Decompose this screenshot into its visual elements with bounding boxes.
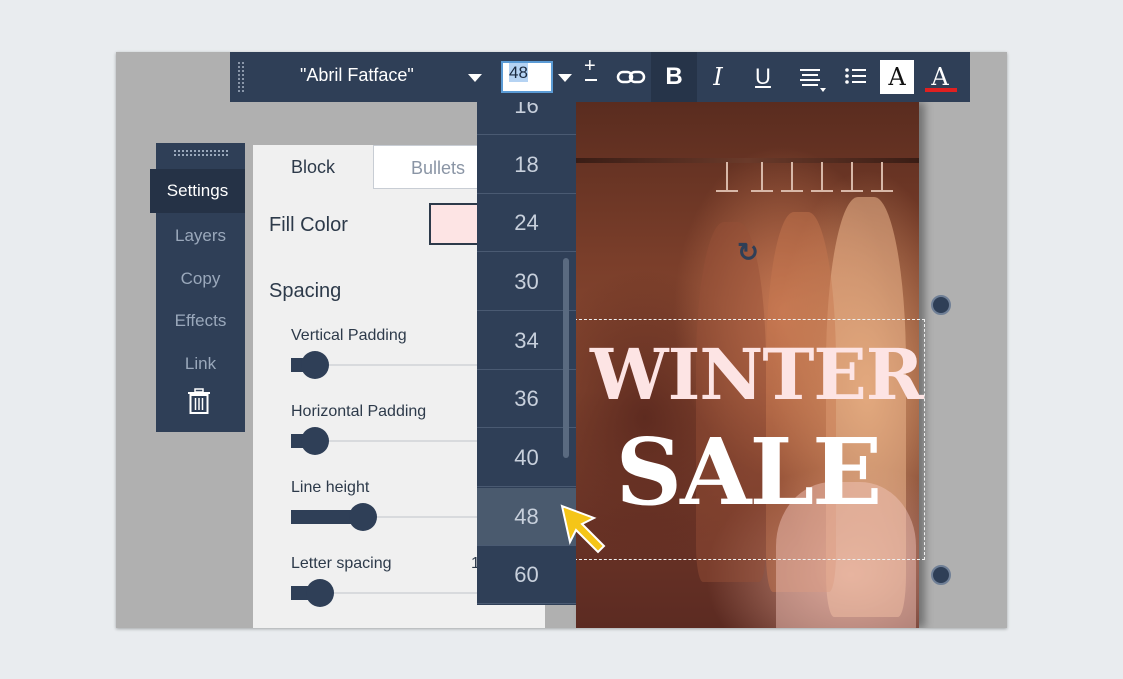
sidebar-item-link[interactable]: Link: [156, 354, 245, 374]
font-size-input[interactable]: 48: [501, 61, 553, 93]
line-height-label: Line height: [291, 479, 370, 496]
hanger: [751, 162, 773, 192]
rotate-icon[interactable]: ↻: [733, 237, 763, 267]
increase-size-icon[interactable]: +: [584, 56, 596, 76]
dropdown-scrollbar[interactable]: [563, 258, 569, 458]
list-icon[interactable]: [844, 67, 868, 87]
font-size-option-40[interactable]: 40: [477, 429, 576, 487]
text-toolbar: "Abril Fatface" 48 + B I U A A: [230, 52, 970, 102]
resize-handle-bottom[interactable]: [931, 565, 951, 585]
drag-grip-icon[interactable]: [174, 150, 228, 156]
resize-handle-top[interactable]: [931, 295, 951, 315]
trash-icon[interactable]: [187, 388, 211, 414]
sidebar-item-copy[interactable]: Copy: [156, 269, 245, 289]
spacing-label: Spacing: [269, 280, 342, 302]
sidebar-item-layers[interactable]: Layers: [156, 226, 245, 246]
decrease-size-icon[interactable]: [585, 79, 597, 81]
line-height-slider[interactable]: [349, 503, 377, 531]
clothing-rail: [576, 158, 919, 163]
letter-spacing-label: Letter spacing: [291, 555, 392, 572]
vertical-padding-label: Vertical Padding: [291, 327, 407, 344]
sidebar-item-effects[interactable]: Effects: [156, 311, 245, 331]
text-style-button[interactable]: A: [880, 60, 914, 94]
hanger: [781, 162, 803, 192]
font-size-option-36[interactable]: 36: [477, 370, 576, 428]
font-size-caret-icon[interactable]: [558, 74, 572, 82]
text-color-button[interactable]: A: [923, 52, 957, 102]
vertical-padding-slider[interactable]: [301, 351, 329, 379]
font-size-option-30[interactable]: 30: [477, 253, 576, 311]
font-size-option-16[interactable]: 16: [477, 102, 576, 135]
font-size-option-34[interactable]: 34: [477, 312, 576, 370]
font-size-option-18[interactable]: 18: [477, 136, 576, 194]
letter-spacing-slider[interactable]: [306, 579, 334, 607]
drag-grip-icon[interactable]: [238, 62, 244, 92]
sidebar-item-settings[interactable]: Settings: [150, 169, 245, 213]
side-tab-bar: Settings Layers Copy Effects Link: [150, 143, 245, 432]
fill-color-label: Fill Color: [269, 214, 348, 236]
font-dropdown-caret-icon[interactable]: [468, 74, 482, 82]
font-family-select[interactable]: "Abril Fatface": [300, 65, 414, 86]
hanger: [716, 162, 738, 192]
hanger: [871, 162, 893, 192]
text-color-indicator: [925, 88, 957, 92]
bold-button[interactable]: B: [651, 52, 697, 102]
font-size-value: 48: [509, 63, 528, 82]
link-icon[interactable]: [616, 68, 646, 86]
font-size-option-24[interactable]: 24: [477, 194, 576, 252]
italic-button[interactable]: I: [703, 52, 733, 102]
tab-block[interactable]: Block: [253, 145, 373, 189]
horizontal-padding-slider[interactable]: [301, 427, 329, 455]
hanger: [811, 162, 833, 192]
align-icon[interactable]: [798, 67, 828, 93]
horizontal-padding-label: Horizontal Padding: [291, 403, 427, 420]
underline-button[interactable]: U: [748, 52, 778, 102]
selection-box[interactable]: [574, 319, 925, 560]
pointer-cursor-icon: [560, 504, 606, 554]
hanger: [841, 162, 863, 192]
